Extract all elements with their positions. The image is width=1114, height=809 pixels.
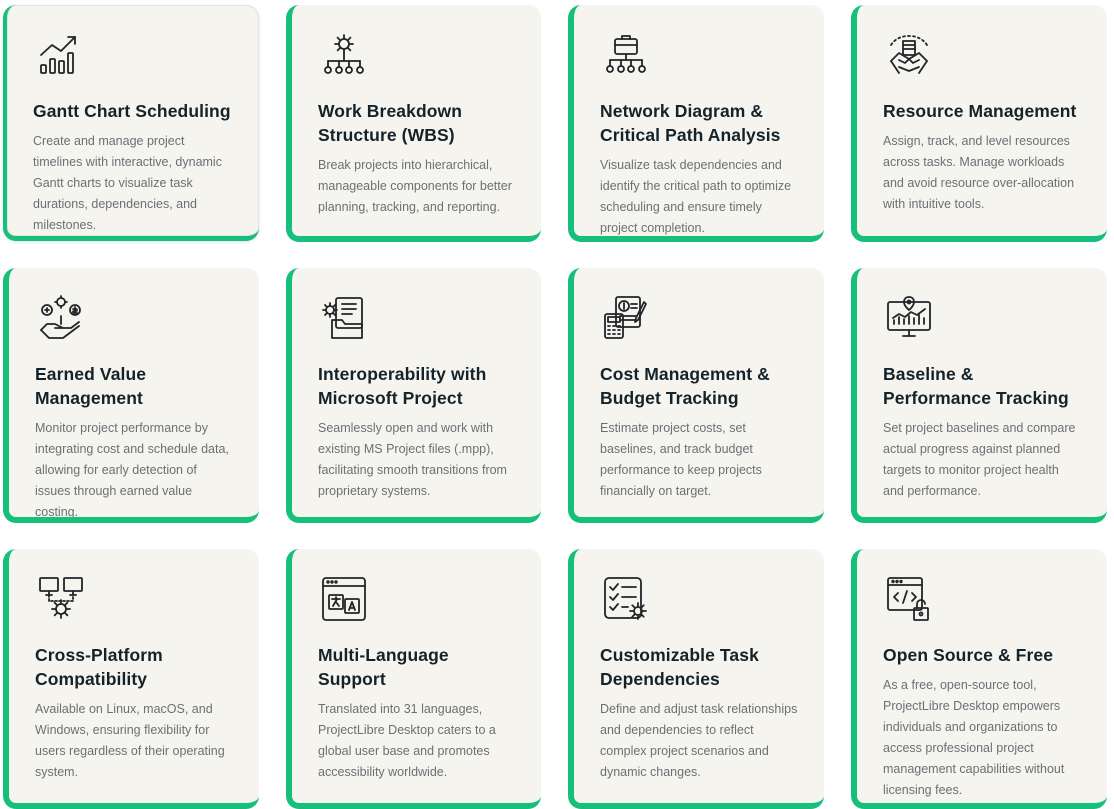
card-title: Work Breakdown Structure (WBS)	[318, 101, 463, 145]
card-description: Estimate project costs, set baselines, a…	[600, 421, 762, 498]
card-description: Create and manage project timelines with…	[33, 134, 222, 232]
card-description: Visualize task dependencies and identify…	[600, 158, 792, 235]
card-description: Break projects into hierarchical, manage…	[318, 158, 512, 214]
feature-card: Multi-Language Support Translated into 3…	[286, 549, 541, 809]
calculator-invoice-icon	[602, 294, 650, 342]
translate-window-icon	[320, 575, 368, 623]
card-title: Resource Management	[883, 101, 1077, 121]
card-description: Translated into 31 languages, ProjectLib…	[318, 702, 496, 779]
hands-teamwork-icon	[885, 31, 933, 79]
feature-card: Work Breakdown Structure (WBS) Break pro…	[286, 5, 541, 242]
monitor-chart-pin-icon	[885, 294, 933, 342]
card-title: Cost Management & Budget Tracking	[600, 364, 770, 408]
card-description: Define and adjust task relationships and…	[600, 702, 798, 779]
hand-coins-gear-icon	[37, 294, 85, 342]
card-title: Multi-Language Support	[318, 645, 449, 689]
growth-chart-icon	[35, 31, 83, 79]
monitors-gear-icon	[37, 575, 85, 623]
card-description: Assign, track, and level resources acros…	[883, 134, 1075, 211]
feature-card: Customizable Task Dependencies Define an…	[568, 549, 824, 809]
card-description: Available on Linux, macOS, and Windows, …	[35, 702, 225, 779]
feature-card: Gantt Chart Scheduling Create and manage…	[3, 5, 259, 241]
briefcase-network-icon	[602, 31, 650, 79]
card-description: Set project baselines and compare actual…	[883, 421, 1076, 498]
card-title: Earned Value Management	[35, 364, 147, 408]
feature-card: Cost Management & Budget Tracking Estima…	[568, 268, 824, 523]
feature-card: Baseline & Performance Tracking Set proj…	[851, 268, 1107, 523]
card-description: Monitor project performance by integrati…	[35, 421, 229, 519]
feature-card: Earned Value Management Monitor project …	[3, 268, 259, 523]
card-title: Interoperability with Microsoft Project	[318, 364, 487, 408]
feature-card: Resource Management Assign, track, and l…	[851, 5, 1107, 242]
card-title: Customizable Task Dependencies	[600, 645, 759, 689]
code-window-lock-icon	[885, 575, 933, 623]
card-description: Seamlessly open and work with existing M…	[318, 421, 507, 498]
feature-card: Open Source & Free As a free, open-sourc…	[851, 549, 1107, 809]
feature-card: Network Diagram & Critical Path Analysis…	[568, 5, 824, 242]
feature-card: Interoperability with Microsoft Project …	[286, 268, 541, 523]
gear-folder-icon	[320, 294, 368, 342]
card-title: Baseline & Performance Tracking	[883, 364, 1069, 408]
feature-card: Cross-Platform Compatibility Available o…	[3, 549, 259, 809]
card-title: Cross-Platform Compatibility	[35, 645, 163, 689]
checklist-gear-icon	[602, 575, 650, 623]
gear-hierarchy-icon	[320, 31, 368, 79]
card-title: Open Source & Free	[883, 645, 1054, 665]
card-title: Gantt Chart Scheduling	[33, 101, 231, 121]
card-description: As a free, open-source tool, ProjectLibr…	[883, 678, 1065, 797]
card-title: Network Diagram & Critical Path Analysis	[600, 101, 781, 145]
